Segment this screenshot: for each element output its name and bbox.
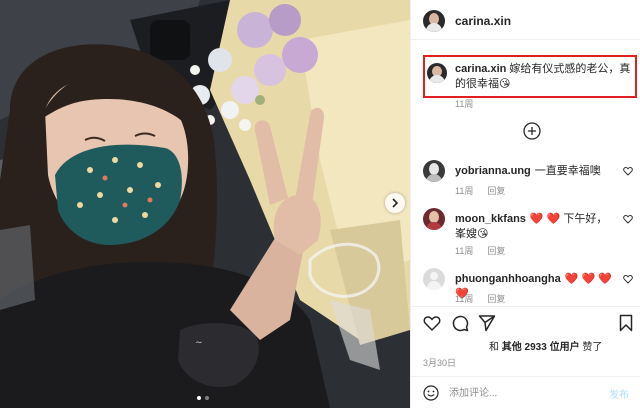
bookmark-icon[interactable] xyxy=(617,314,635,332)
heart-icon[interactable] xyxy=(623,274,633,284)
caption: carina.xin 嫁给有仪式感的老公，真的很幸福😘 xyxy=(455,62,633,92)
author-avatar[interactable] xyxy=(423,10,445,32)
carousel-dot-active xyxy=(197,396,201,400)
comment-username[interactable]: yobrianna.ung xyxy=(455,165,531,177)
comment-meta: 11周 回复 xyxy=(455,244,505,257)
likes-suffix: 赞了 xyxy=(582,342,603,353)
carousel-indicator xyxy=(197,396,209,400)
comment-username[interactable]: moon_kkfans xyxy=(455,213,526,225)
author-username[interactable]: carina.xin xyxy=(455,14,511,28)
heart-icon[interactable] xyxy=(623,214,633,224)
plus-circle-icon[interactable] xyxy=(523,122,541,140)
reply-button[interactable]: 回复 xyxy=(487,184,505,197)
likes-count[interactable]: 其他 2933 位用户 xyxy=(502,342,580,353)
send-icon[interactable] xyxy=(478,314,496,332)
carousel-dot xyxy=(205,396,209,400)
reply-button[interactable]: 回复 xyxy=(487,292,505,305)
comment-meta: 11周 回复 xyxy=(455,292,505,305)
caption-avatar[interactable] xyxy=(427,63,447,83)
comment-body: moon_kkfans ❤️ ❤️ 下午好，峯嫂😘 xyxy=(455,212,615,242)
post-photo[interactable]: ~ xyxy=(0,0,410,408)
comment-time: 11周 xyxy=(455,186,474,196)
smiley-icon[interactable] xyxy=(423,385,439,401)
caption-time: 11周 xyxy=(455,99,474,109)
comment-item: yobrianna.ung 一直要幸福噢 11周 回复 xyxy=(411,160,640,204)
comment-time: 11周 xyxy=(455,246,474,256)
post-comment-button[interactable]: 发布 xyxy=(609,386,629,401)
post-side-panel: carina.xin carina.xin 嫁给有仪式感的老公，真的很幸福😘 11… xyxy=(410,0,640,408)
post-header: carina.xin xyxy=(411,0,640,40)
comment-input[interactable] xyxy=(449,385,599,401)
comment-username[interactable]: phuonganhhoangha xyxy=(455,273,561,285)
likes-summary[interactable]: 和 其他 2933 位用户 赞了 xyxy=(489,338,602,353)
heart-icon[interactable] xyxy=(623,166,633,176)
carousel-next-button[interactable] xyxy=(385,193,405,213)
heart-icon[interactable] xyxy=(423,314,441,332)
comment-text: 一直要幸福噢 xyxy=(534,165,601,177)
commenter-avatar[interactable] xyxy=(423,268,445,290)
commenter-avatar[interactable] xyxy=(423,160,445,182)
comment-composer: 发布 xyxy=(411,376,640,408)
comment-item: moon_kkfans ❤️ ❤️ 下午好，峯嫂😘 11周 回复 xyxy=(411,208,640,256)
svg-text:~: ~ xyxy=(195,338,203,348)
comment-meta: 11周 回复 xyxy=(455,184,505,197)
commenter-avatar[interactable] xyxy=(423,208,445,230)
caption-username[interactable]: carina.xin xyxy=(455,63,506,75)
post-date[interactable]: 3月30日 xyxy=(423,356,456,369)
photo-scene: ~ xyxy=(0,0,410,408)
likes-prefix: 和 xyxy=(489,342,499,353)
comment-time: 11周 xyxy=(455,294,474,304)
comment-body: yobrianna.ung 一直要幸福噢 xyxy=(455,164,615,179)
actions-divider xyxy=(411,306,640,307)
chevron-right-icon xyxy=(392,198,399,208)
reply-button[interactable]: 回复 xyxy=(487,244,505,257)
comment-icon[interactable] xyxy=(451,314,469,332)
